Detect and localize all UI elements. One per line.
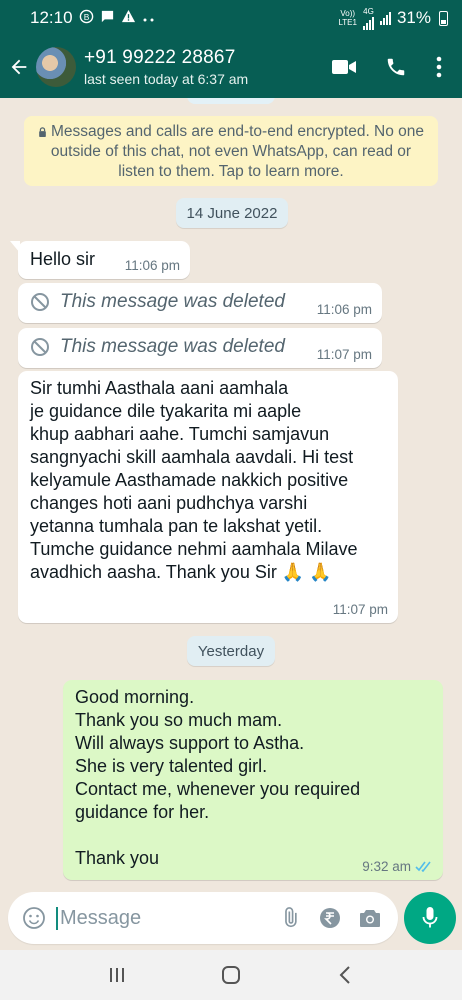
ban-icon: [31, 293, 49, 311]
recent-apps-button[interactable]: [97, 955, 137, 995]
volte-label: Vo)): [340, 9, 356, 18]
deleted-message-bubble[interactable]: This message was deleted 11:07 pm: [18, 328, 382, 368]
attach-icon: [285, 907, 297, 928]
chat-header: +91 99222 28867 last seen today at 6:37 …: [0, 36, 462, 98]
message-time: 11:06 pm: [124, 258, 180, 273]
battery-icon: [439, 10, 448, 26]
more-vert-icon: [436, 56, 442, 78]
network-indicator: Vo)) LTE1: [338, 9, 357, 27]
message-text: Hello sir: [30, 249, 96, 269]
message-bubble-incoming[interactable]: Hello sir 11:06 pm: [10, 241, 190, 279]
message-input[interactable]: [56, 906, 256, 930]
deleted-text: This message was deleted: [60, 336, 285, 357]
video-call-icon: [332, 60, 356, 74]
compose-bar: [0, 890, 462, 950]
message-text: Good morning. Thank you so much mam. Wil…: [75, 687, 361, 868]
more-options-button[interactable]: [422, 45, 456, 89]
date-pill-partial: [187, 98, 275, 104]
compose-box: [8, 892, 398, 944]
svg-text:B: B: [83, 12, 89, 22]
date-label: 14 June 2022: [186, 204, 278, 222]
camera-button[interactable]: [350, 896, 390, 940]
date-pill: 14 June 2022: [176, 198, 288, 228]
lock-icon: [39, 127, 46, 137]
encryption-notice[interactable]: Messages and calls are end-to-end encryp…: [24, 116, 438, 186]
ban-icon: [31, 338, 49, 356]
encryption-text: Messages and calls are end-to-end encryp…: [50, 123, 425, 180]
more-notifications-icon: [142, 11, 156, 26]
video-call-button[interactable]: [318, 45, 370, 89]
contact-info[interactable]: +91 99222 28867 last seen today at 6:37 …: [84, 47, 318, 87]
message-time: 11:06 pm: [316, 302, 372, 317]
status-time: 12:10: [30, 8, 73, 27]
date-pill: Yesterday: [187, 636, 275, 666]
message-bubble-outgoing[interactable]: Good morning. Thank you so much mam. Wil…: [63, 680, 443, 880]
message-text: Sir tumhi Aasthala aani aamhala je guida…: [30, 378, 358, 582]
deleted-text: This message was deleted: [60, 291, 285, 312]
payment-button[interactable]: [310, 896, 350, 940]
bubble-tail: [10, 241, 20, 253]
emoji-button[interactable]: [12, 896, 56, 940]
message-time: 11:07 pm: [316, 347, 372, 362]
date-label: Yesterday: [197, 642, 265, 660]
phone-icon: [387, 58, 405, 76]
chevron-left-icon: [339, 966, 350, 984]
warning-icon: [121, 9, 136, 27]
rupee-icon: [320, 908, 340, 928]
attach-button[interactable]: [270, 896, 310, 940]
home-icon: [222, 966, 240, 984]
recent-apps-icon: [110, 968, 124, 982]
mic-icon: [422, 907, 438, 928]
message-bubble-incoming[interactable]: Sir tumhi Aasthala aani aamhala je guida…: [18, 371, 398, 623]
chat-icon: [100, 9, 115, 27]
avatar[interactable]: [36, 47, 76, 87]
double-check-icon: [415, 861, 431, 872]
chat-area[interactable]: Messages and calls are end-to-end encryp…: [0, 98, 462, 890]
emoji-icon: [23, 907, 45, 929]
signal-bars-icon: [362, 16, 374, 30]
battery-percent: 31%: [396, 8, 431, 27]
signal-bars-icon-2: [379, 11, 391, 25]
contact-name: +91 99222 28867: [84, 47, 236, 68]
deleted-message-bubble[interactable]: This message was deleted 11:06 pm: [18, 283, 382, 323]
back-nav-button[interactable]: [325, 955, 365, 995]
message-time: 11:07 pm: [332, 602, 388, 617]
message-time: 9:32 am: [362, 859, 411, 874]
status-bar: 12:10 B Vo)) LTE1 4G 31%: [0, 0, 462, 36]
home-button[interactable]: [211, 955, 251, 995]
camera-icon: [360, 910, 380, 927]
system-nav-bar: [0, 950, 462, 1000]
lte-label: LTE1: [338, 18, 357, 27]
signal-4g: 4G: [362, 6, 374, 30]
b-circle-icon: B: [79, 9, 94, 27]
last-seen: last seen today at 6:37 am: [84, 71, 249, 87]
voice-record-button[interactable]: [404, 892, 456, 944]
voice-call-button[interactable]: [370, 45, 422, 89]
back-button[interactable]: [2, 47, 36, 87]
gen-label: 4G: [363, 6, 374, 16]
back-arrow-icon: [11, 59, 27, 75]
